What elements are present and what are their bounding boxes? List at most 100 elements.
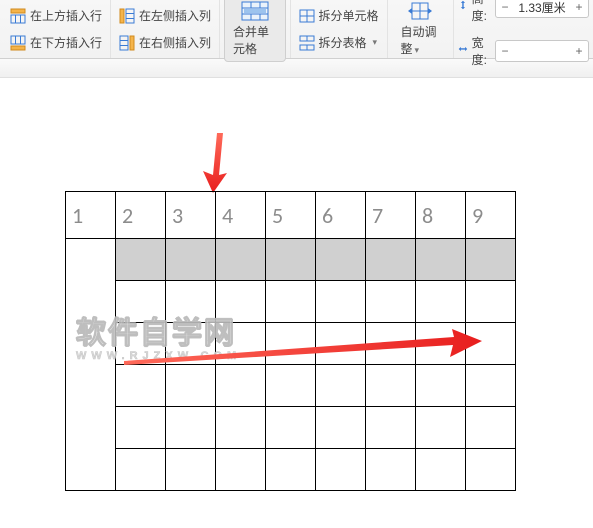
insert-col-right-button[interactable]: 在右侧插入列 <box>115 32 215 53</box>
width-spinner[interactable]: − + <box>495 40 589 62</box>
table-cell[interactable]: 5 <box>266 192 316 239</box>
table-cell[interactable] <box>366 407 416 449</box>
table-cell-selected[interactable] <box>466 239 516 281</box>
table-cell[interactable] <box>266 449 316 491</box>
table-cell[interactable] <box>266 281 316 323</box>
autofit-button[interactable]: 自动调整▾ <box>392 0 449 62</box>
insert-col-right-icon <box>119 35 135 51</box>
table-cell[interactable]: 9 <box>466 192 516 239</box>
table-cell[interactable] <box>216 407 266 449</box>
merge-cells-icon <box>241 1 269 21</box>
table-cell[interactable] <box>216 365 266 407</box>
table-row[interactable]: 1 2 3 4 5 6 7 8 9 <box>66 192 516 239</box>
table-cell[interactable] <box>316 407 366 449</box>
width-increase-button[interactable]: + <box>570 42 588 60</box>
height-spinner[interactable]: − 1.33厘米 + <box>495 0 589 18</box>
table-row[interactable] <box>66 449 516 491</box>
group-insert-rows: 在上方插入行 在下方插入行 <box>2 0 111 58</box>
table-cell[interactable] <box>466 365 516 407</box>
split-table-button[interactable]: 拆分表格 ▾ <box>295 32 383 53</box>
table-cell[interactable] <box>416 407 466 449</box>
table-cell-selected[interactable] <box>366 239 416 281</box>
table-cell[interactable] <box>466 407 516 449</box>
table-cell[interactable] <box>366 281 416 323</box>
table-row[interactable] <box>66 407 516 449</box>
table-cell-selected[interactable] <box>116 239 166 281</box>
table-cell[interactable]: 4 <box>216 192 266 239</box>
row-height-control: 高度: − 1.33厘米 + <box>458 0 589 26</box>
height-increase-button[interactable]: + <box>570 0 588 16</box>
table-cell[interactable]: 6 <box>316 192 366 239</box>
table-cell-selected[interactable] <box>216 239 266 281</box>
table-cell[interactable] <box>116 365 166 407</box>
table-cell[interactable] <box>416 323 466 365</box>
table-cell-selected[interactable] <box>316 239 366 281</box>
table-cell-selected[interactable] <box>266 239 316 281</box>
insert-col-left-button[interactable]: 在左侧插入列 <box>115 5 215 26</box>
table-cell[interactable] <box>316 449 366 491</box>
insert-row-below-icon <box>10 35 26 51</box>
table-cell[interactable] <box>116 323 166 365</box>
table-cell[interactable] <box>66 239 116 491</box>
group-split: 拆分单元格 拆分表格 ▾ <box>291 0 388 58</box>
width-decrease-button[interactable]: − <box>496 42 514 60</box>
table-cell[interactable] <box>316 281 366 323</box>
table-cell[interactable] <box>116 407 166 449</box>
height-decrease-button[interactable]: − <box>496 0 514 16</box>
split-cells-icon <box>299 8 315 24</box>
table-cell[interactable]: 8 <box>416 192 466 239</box>
group-insert-cols: 在左侧插入列 在右侧插入列 <box>111 0 220 58</box>
table-cell[interactable] <box>316 365 366 407</box>
table-cell[interactable] <box>166 323 216 365</box>
table-cell[interactable]: 3 <box>166 192 216 239</box>
table-cell[interactable] <box>466 323 516 365</box>
split-cells-label: 拆分单元格 <box>319 7 379 24</box>
table-cell[interactable] <box>366 449 416 491</box>
table-cell[interactable] <box>216 281 266 323</box>
table-cell[interactable] <box>216 449 266 491</box>
table-cell[interactable] <box>116 449 166 491</box>
height-value[interactable]: 1.33厘米 <box>514 0 570 16</box>
table-row[interactable] <box>66 323 516 365</box>
split-table-icon <box>299 35 315 51</box>
chevron-down-icon: ▾ <box>371 37 378 48</box>
table-cell[interactable] <box>416 449 466 491</box>
width-icon <box>458 44 468 58</box>
table-row[interactable] <box>66 281 516 323</box>
table-cell[interactable] <box>166 365 216 407</box>
table-cell[interactable] <box>166 449 216 491</box>
table-cell[interactable] <box>266 365 316 407</box>
split-table-label: 拆分表格 <box>319 34 367 51</box>
table-cell[interactable] <box>116 281 166 323</box>
document-table[interactable]: 1 2 3 4 5 6 7 8 9 <box>65 191 516 491</box>
table-cell[interactable] <box>366 323 416 365</box>
table-cell-selected[interactable] <box>166 239 216 281</box>
document-canvas: 1 2 3 4 5 6 7 8 9 软件自学网 WWW.RJZXW.COM <box>0 78 593 528</box>
insert-col-left-icon <box>119 8 135 24</box>
merge-cells-label: 合并单元格 <box>233 23 276 57</box>
table-cell[interactable] <box>166 407 216 449</box>
table-row[interactable] <box>66 239 516 281</box>
table-cell[interactable] <box>416 281 466 323</box>
table-row[interactable] <box>66 365 516 407</box>
group-autofit: 自动调整▾ <box>388 0 454 58</box>
insert-row-above-button[interactable]: 在上方插入行 <box>6 5 106 26</box>
table-cell[interactable]: 7 <box>366 192 416 239</box>
table-cell[interactable] <box>466 281 516 323</box>
table-cell-selected[interactable] <box>416 239 466 281</box>
table-cell[interactable] <box>166 281 216 323</box>
table-cell[interactable] <box>466 449 516 491</box>
table-cell[interactable] <box>216 323 266 365</box>
table-cell[interactable]: 2 <box>116 192 166 239</box>
insert-row-below-button[interactable]: 在下方插入行 <box>6 32 106 53</box>
merge-cells-button[interactable]: 合并单元格 <box>224 0 285 62</box>
table-cell[interactable] <box>416 365 466 407</box>
width-label: 宽度: <box>472 34 491 68</box>
table-cell[interactable] <box>366 365 416 407</box>
split-cells-button[interactable]: 拆分单元格 <box>295 5 383 26</box>
insert-row-below-label: 在下方插入行 <box>30 34 102 51</box>
table-cell[interactable] <box>266 407 316 449</box>
table-cell[interactable] <box>266 323 316 365</box>
table-cell[interactable] <box>316 323 366 365</box>
table-cell[interactable]: 1 <box>66 192 116 239</box>
